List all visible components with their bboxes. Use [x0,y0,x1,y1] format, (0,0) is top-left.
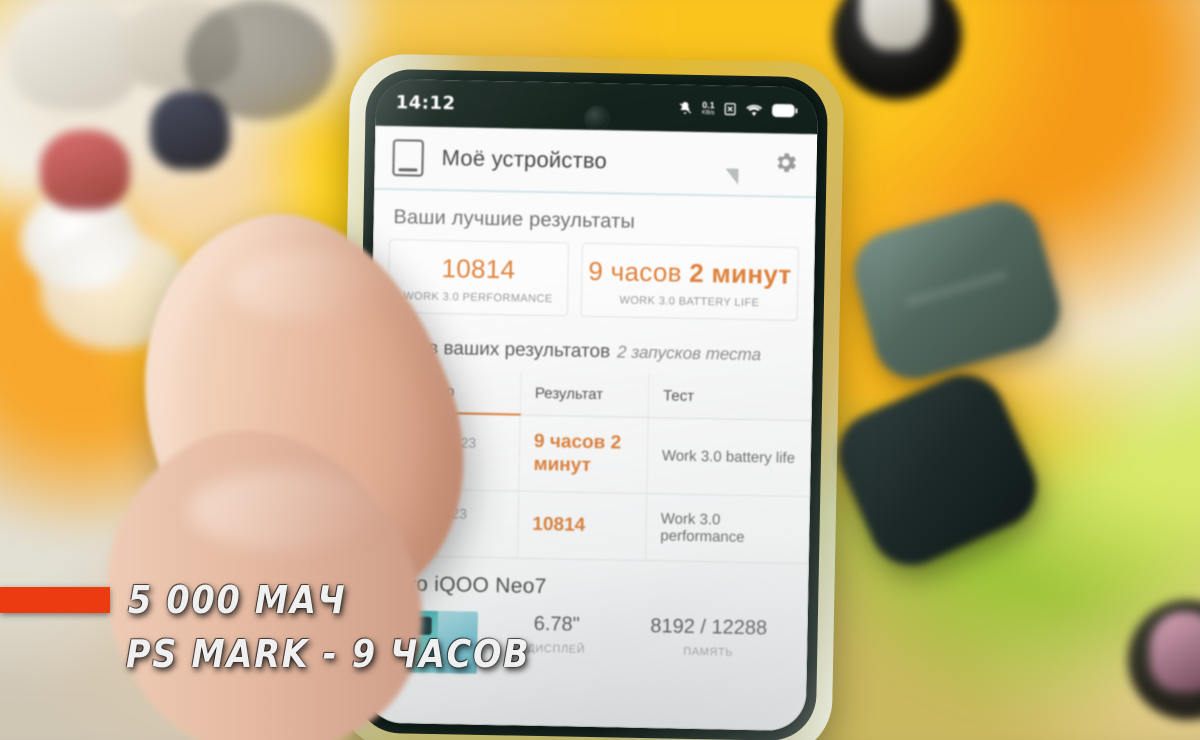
user-thumb-highlight [230,250,380,320]
row-test-0: Work 3.0 battery life [646,417,812,497]
card-battery-life-value-minutes: 2 минут [688,257,792,290]
triangle-down-icon[interactable] [725,168,739,185]
background-figurine-red [40,130,130,210]
card-performance-value: 10814 [441,253,516,285]
card-battery-life-value: 9 часов 2 минут [588,256,792,291]
sim-icon [724,101,737,116]
app-bar: Моё устройство [374,125,818,197]
user-hand-highlight [190,470,380,550]
data-rate-value: 0.1 [702,100,715,111]
status-bar-clock: 14:12 [395,92,456,115]
overlay-caption-line2-row: PS MARK - 9 ЧАСОВ [0,632,1200,676]
battery-icon [772,103,798,117]
best-results-cards: 10814 WORK 3.0 PERFORMANCE 9 часов 2 мин… [372,239,815,327]
row-result-0-line1: 9 часов 2 [533,430,622,454]
overlay-caption-line1-row: 5 000 MAЧ [0,578,1200,622]
data-rate-icon: 0.1 KB/s [701,100,715,117]
screenshot-stage: 14:12 0.1 KB/s Моё устройство Ваши лучши… [0,0,1200,740]
app-bar-title: Моё устройство [441,145,608,174]
card-performance-label: WORK 3.0 PERFORMANCE [403,290,553,306]
background-blob-dark [185,0,335,120]
front-camera-punch-hole [585,106,609,131]
wifi-icon [746,102,763,116]
data-rate-unit: KB/s [701,110,715,117]
earbuds-case-seam [904,269,1009,308]
card-battery-life-value-hours: 9 часов [588,255,683,288]
best-results-title: Ваши лучшие результаты [393,206,636,233]
overlay-caption-line1: 5 000 MAЧ [128,578,347,622]
card-performance[interactable]: 10814 WORK 3.0 PERFORMANCE [387,239,569,317]
card-battery-life[interactable]: 9 часов 2 минут WORK 3.0 BATTERY LIFE [580,242,800,321]
column-header-test[interactable]: Тест [648,374,813,421]
row-test-1: Work 3.0 performance [645,493,811,564]
overlay-caption: 5 000 MAЧ PS MARK - 9 ЧАСОВ [0,578,1200,676]
status-bar: 14:12 0.1 KB/s [375,78,819,135]
row-result-0: 9 часов 2 минут [518,414,649,494]
archive-subtitle: 2 запусков теста [616,342,762,365]
row-result-1-line1: 10814 [532,513,586,536]
status-bar-icons: 0.1 KB/s [678,100,798,118]
overlay-caption-line2: PS MARK - 9 ЧАСОВ [126,632,531,676]
bell-muted-icon [678,101,693,116]
column-header-result[interactable]: Результат [520,371,649,418]
overlay-caption-bar [0,587,110,613]
row-result-0-line2: минут [533,454,592,477]
row-result-1: 10814 [517,491,647,561]
card-battery-life-label: WORK 3.0 BATTERY LIFE [619,294,760,310]
tablet-icon [392,138,425,177]
gear-icon[interactable] [772,149,799,180]
